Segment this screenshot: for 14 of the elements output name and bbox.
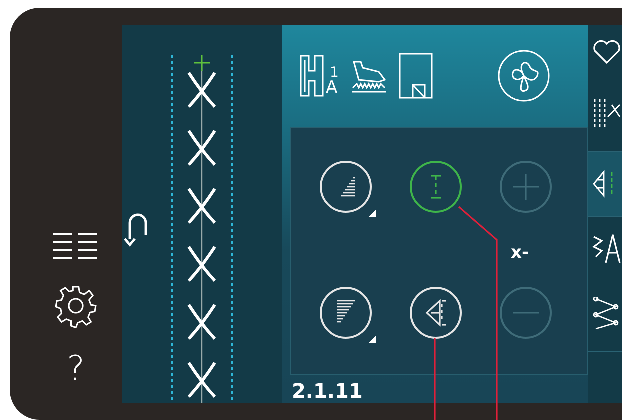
value-label: x- (510, 243, 530, 263)
presser-foot-icon (300, 55, 324, 97)
foot-number: 1 (330, 66, 339, 80)
menu-icon[interactable] (53, 232, 99, 262)
foot-letter: A (326, 80, 339, 97)
presser-foot-indicator[interactable]: 1 A (300, 55, 339, 97)
taper-end-button[interactable] (319, 286, 379, 346)
settings-icon[interactable] (54, 284, 98, 328)
stitch-number: 2.1.11 (291, 378, 364, 403)
taper-start-button[interactable] (319, 160, 379, 220)
swirl-button-icon[interactable] (496, 49, 551, 103)
heart-icon[interactable] (592, 39, 622, 65)
help-button[interactable]: ? (66, 350, 86, 388)
fabric-sheet-icon[interactable] (398, 53, 433, 99)
